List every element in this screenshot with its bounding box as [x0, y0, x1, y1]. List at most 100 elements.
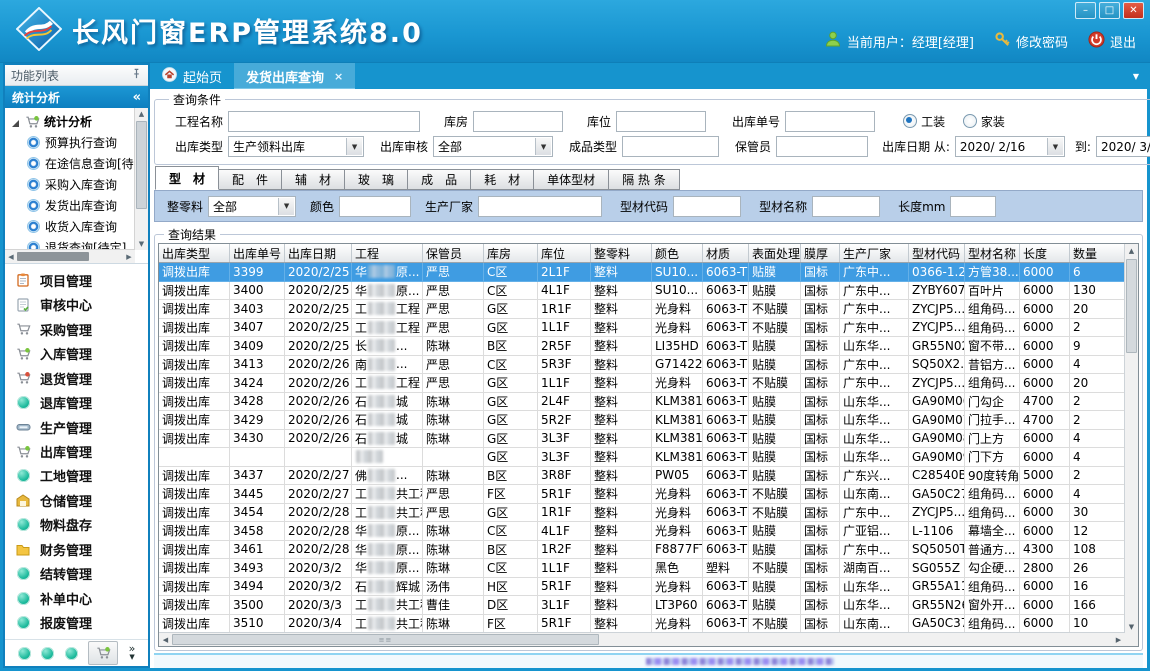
table-row[interactable]: 调拨出库34942020/3/2石辉城汤伟H区5R1F整料光身料6063-T5贴… [159, 578, 1125, 597]
maker-input[interactable] [478, 196, 602, 217]
scroll-right-icon[interactable]: ▶ [1112, 636, 1125, 644]
radio-jiazhuang[interactable] [963, 114, 977, 128]
grid-horizontal-scrollbar[interactable]: ◀ ≡≡ ▶ [159, 632, 1125, 646]
module-dot-icon[interactable] [18, 647, 31, 660]
sidebar-item[interactable]: 采购管理 [15, 319, 144, 339]
table-row[interactable]: 调拨出库34452020/2/27工共工程严思F区5R1F整料光身料6063-T… [159, 485, 1125, 504]
table-row[interactable]: 调拨出库34002020/2/25华原...严思C区4L1F整料SU10...6… [159, 282, 1125, 301]
warehouse-input[interactable] [473, 111, 563, 132]
table-row[interactable]: 调拨出库34292020/2/26石城陈琳G区5R2F整料KLM38176063… [159, 411, 1125, 430]
product-type-input[interactable] [622, 136, 719, 157]
column-header-name[interactable]: 型材名称 [965, 244, 1020, 262]
table-row[interactable]: 调拨出库34932020/3/2华原...陈琳C区1L1F整料黑色塑料不贴膜国标… [159, 559, 1125, 578]
change-password[interactable]: 修改密码 [994, 31, 1068, 52]
column-header-maker[interactable]: 生产厂家 [840, 244, 909, 262]
date-from-select[interactable]: 2020/ 2/16▼ [955, 136, 1065, 157]
column-header-len[interactable]: 长度 [1020, 244, 1070, 262]
keeper-input[interactable] [776, 136, 868, 157]
vertical-scroll-thumb[interactable] [1126, 259, 1137, 353]
column-header-keeper[interactable]: 保管员 [423, 244, 484, 262]
tab-home[interactable]: 起始页 [150, 63, 234, 89]
minimize-button[interactable]: – [1075, 2, 1096, 19]
horizontal-scroll-thumb[interactable]: ≡≡ [172, 634, 599, 645]
table-row[interactable]: 调拨出库34302020/2/26石城陈琳G区3L3F整料KLM38176063… [159, 430, 1125, 449]
tree-root[interactable]: 统计分析 [11, 111, 134, 132]
statistics-section-header[interactable]: 统计分析 « [5, 86, 148, 108]
material-tab[interactable]: 玻 璃 [345, 169, 408, 190]
sidebar-item[interactable]: 补单中心 [15, 588, 144, 608]
sidebar-item[interactable]: 工地管理 [15, 466, 144, 486]
tree-horizontal-scrollbar[interactable]: ◀ ▶ [5, 249, 135, 263]
material-tab[interactable]: 配 件 [219, 169, 282, 190]
column-header-date[interactable]: 出库日期 [285, 244, 352, 262]
table-row[interactable]: 调拨出库33992020/2/25华原...严思C区2L1F整料SU10...6… [159, 263, 1125, 282]
column-header-loc[interactable]: 库位 [538, 244, 591, 262]
tab-list-dropdown-icon[interactable]: ▼ [1133, 72, 1139, 81]
column-header-no[interactable]: 出库单号 [230, 244, 285, 262]
table-row[interactable]: 调拨出库34092020/2/25长...陈琳B区2R5F整料LI35HD606… [159, 337, 1125, 356]
sidebar-item[interactable]: 项目管理 [15, 270, 144, 290]
table-row[interactable]: 调拨出库34072020/2/25工工程严思G区1L1F整料光身料6063-T5… [159, 319, 1125, 338]
tree-item[interactable]: 在途信息查询[待 [11, 153, 134, 174]
column-header-proj[interactable]: 工程 [352, 244, 423, 262]
table-row[interactable]: 调拨出库34242020/2/26工工程严思G区1L1F整料光身料6063-T5… [159, 374, 1125, 393]
tab-close-icon[interactable]: × [334, 70, 343, 83]
sidebar-item[interactable]: 审核中心 [15, 295, 144, 315]
scroll-left-icon[interactable]: ◀ [159, 636, 172, 644]
column-header-film[interactable]: 膜厚 [801, 244, 840, 262]
scroll-left-icon[interactable]: ◀ [5, 253, 17, 261]
module-dot-icon[interactable] [41, 647, 54, 660]
tab-shipping-outbound-query[interactable]: 发货出库查询 × [234, 63, 355, 89]
sidebar-item[interactable]: 生产管理 [15, 417, 144, 437]
table-row[interactable]: 调拨出库34132020/2/26南...严思C区5R3F整料G71422606… [159, 356, 1125, 375]
column-header-wh[interactable]: 库房 [484, 244, 538, 262]
whole-piece-select[interactable]: 全部▼ [208, 196, 296, 217]
tree-item[interactable]: 采购入库查询 [11, 174, 134, 195]
color-input[interactable] [339, 196, 411, 217]
sidebar-item[interactable]: 报废管理 [15, 613, 144, 633]
sidebar-item[interactable]: 财务管理 [15, 539, 144, 559]
cart-module-button[interactable] [88, 641, 118, 665]
scroll-up-icon[interactable]: ▲ [1125, 244, 1138, 257]
project-name-input[interactable] [228, 111, 420, 132]
table-row[interactable]: 调拨出库35002020/3/3工共工程曹佳D区3L1F整料LT3P606063… [159, 596, 1125, 615]
radio-gongzhuang[interactable] [903, 114, 917, 128]
column-header-code[interactable]: 型材代码 [909, 244, 965, 262]
sidebar-item[interactable]: 退库管理 [15, 393, 144, 413]
table-row[interactable]: 调拨出库34372020/2/27佛...陈琳B区3R8F整料PW056063-… [159, 467, 1125, 486]
scroll-right-icon[interactable]: ▶ [123, 253, 135, 261]
length-input[interactable] [950, 196, 996, 217]
logout[interactable]: 退出 [1088, 31, 1136, 52]
collapse-icon[interactable]: « [133, 90, 141, 105]
tree-item[interactable]: 收货入库查询 [11, 216, 134, 237]
table-row[interactable]: 调拨出库34542020/2/28工共工程严思G区1R1F整料光身料6063-T… [159, 504, 1125, 523]
grid-vertical-scrollbar[interactable]: ▲ ▼ [1124, 244, 1138, 633]
material-tab[interactable]: 单体型材 [534, 169, 609, 190]
tree-vertical-scrollbar[interactable]: ▲ ▼ [134, 108, 148, 250]
table-row[interactable]: G区3L3F整料KLM38176063-T5贴膜国标山东华...GA90M09.… [159, 448, 1125, 467]
scroll-down-icon[interactable]: ▼ [135, 238, 148, 250]
tree-item[interactable]: 预算执行查询 [11, 132, 134, 153]
table-row[interactable]: 调拨出库35102020/3/4工共工程陈琳F区5R1F整料光身料6063-T5… [159, 615, 1125, 634]
column-header-surf[interactable]: 表面处理 [749, 244, 801, 262]
column-header-type[interactable]: 出库类型 [159, 244, 230, 262]
date-to-select[interactable]: 2020/ 3/16▼ [1096, 136, 1150, 157]
column-header-color[interactable]: 颜色 [652, 244, 703, 262]
profile-code-input[interactable] [673, 196, 741, 217]
module-dot-icon[interactable] [65, 647, 78, 660]
out-type-select[interactable]: 生产领料出库▼ [228, 136, 364, 157]
profile-name-input[interactable] [812, 196, 880, 217]
order-no-input[interactable] [785, 111, 875, 132]
sidebar-item[interactable]: 物料盘存 [15, 515, 144, 535]
material-tab[interactable]: 耗 材 [471, 169, 534, 190]
audit-select[interactable]: 全部▼ [433, 136, 553, 157]
column-header-whole[interactable]: 整零料 [591, 244, 652, 262]
sidebar-item[interactable]: 入库管理 [15, 344, 144, 364]
pin-icon[interactable] [131, 68, 142, 82]
material-tab[interactable]: 隔 热 条 [609, 169, 680, 190]
scroll-up-icon[interactable]: ▲ [135, 108, 148, 120]
sidebar-item[interactable]: 仓储管理 [15, 490, 144, 510]
column-header-mat[interactable]: 材质 [703, 244, 749, 262]
expander-icon[interactable] [11, 117, 20, 126]
material-tab[interactable]: 型 材 [155, 166, 219, 190]
